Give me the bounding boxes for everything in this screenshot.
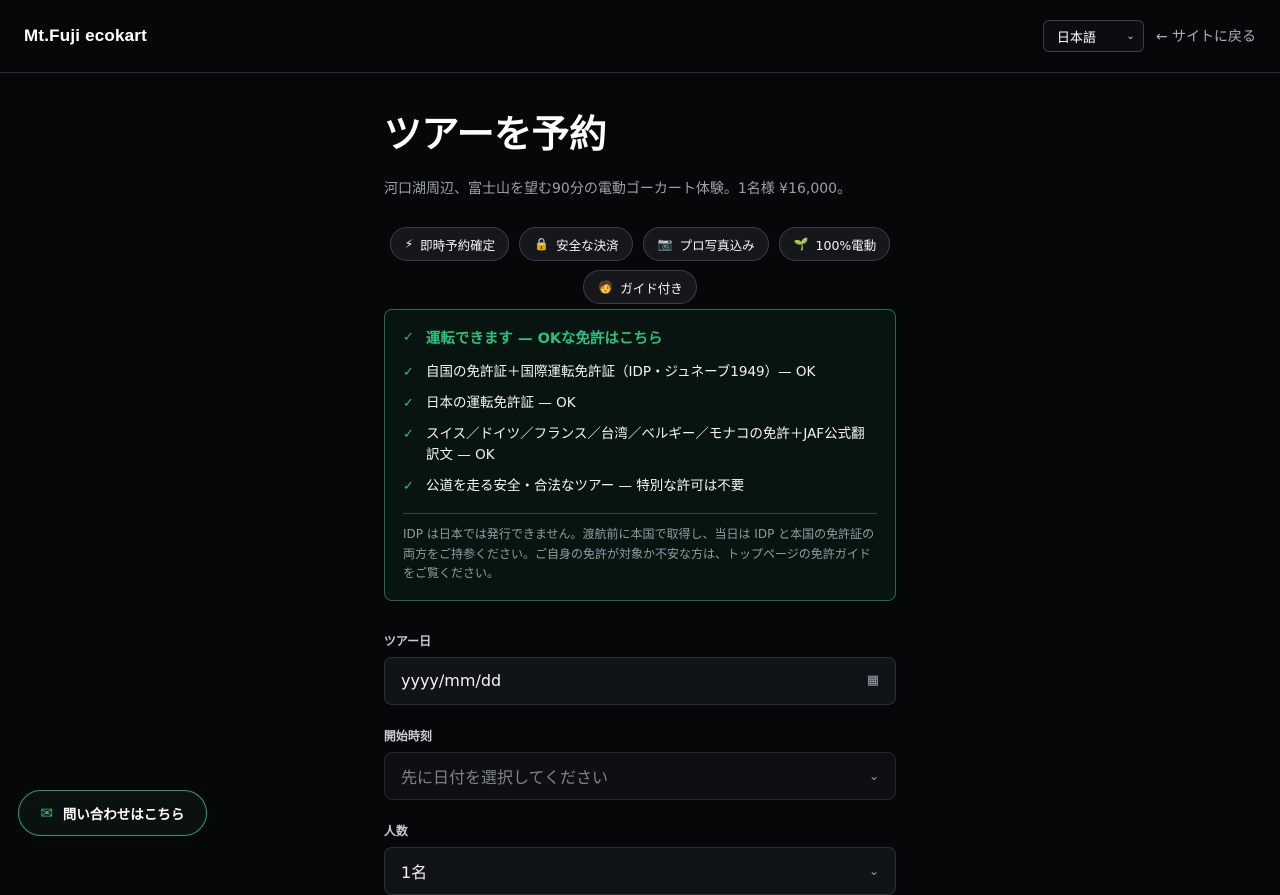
chevron-down-icon: ⌄ — [868, 863, 879, 878]
people-value: 1名 — [401, 862, 428, 882]
page-title: ツアーを予約 — [384, 112, 607, 156]
chip-instant-confirmation: ⚡ 即時予約確定 — [389, 227, 510, 261]
license-item: ✓ 日本の運転免許証 — OK — [403, 393, 877, 414]
check-icon: ✓ — [403, 396, 414, 411]
check-icon: ✓ — [403, 427, 414, 442]
license-title-text: 運転できます — OKな免許はこちら — [426, 331, 663, 347]
language-select[interactable]: 日本語 ⌄ — [1042, 20, 1144, 52]
divider — [403, 513, 877, 514]
license-item: ✓ 公道を走る安全・合法なツアー — 特別な許可は不要 — [403, 476, 877, 497]
calendar-icon[interactable]: ▦ — [867, 673, 879, 688]
start-time-placeholder: 先に日付を選択してください — [401, 767, 609, 787]
chip-label: ガイド付き — [620, 280, 683, 296]
chip-secure-payment: 🔒 安全な決済 — [519, 227, 633, 261]
license-item-text: 公道を走る安全・合法なツアー — 特別な許可は不要 — [426, 478, 745, 494]
chip-electric: 🌱 100%電動 — [778, 227, 891, 261]
license-list: ✓ 自国の免許証＋国際運転免許証（IDP・ジュネーブ1949）— OK ✓ 日本… — [403, 362, 877, 497]
chevron-down-icon: ⌄ — [1126, 30, 1135, 42]
language-select-value: 日本語 — [1056, 30, 1096, 46]
tour-date-placeholder: yyyy/mm/dd — [401, 671, 502, 690]
license-info-panel: ✓ 運転できます — OKな免許はこちら ✓ 自国の免許証＋国際運転免許証（ID… — [384, 309, 896, 601]
lightning-icon: ⚡ — [404, 237, 414, 251]
brand-logo[interactable]: Mt.Fuji ecokart — [24, 26, 147, 46]
license-item-text: スイス／ドイツ／フランス／台湾／ベルギー／モナコの免許＋JAF公式翻訳文 — O… — [426, 426, 865, 463]
feature-chips: ⚡ 即時予約確定 🔒 安全な決済 📷 プロ写真込み 🌱 100%電動 🧑 ガイド… — [384, 227, 896, 304]
chevron-down-icon: ⌄ — [868, 768, 879, 783]
check-icon: ✓ — [403, 479, 414, 494]
check-icon: ✓ — [403, 365, 414, 380]
people-select[interactable]: 1名 ⌄ — [384, 846, 896, 895]
guide-icon: 🧑 — [598, 280, 614, 294]
chip-pro-photos: 📷 プロ写真込み — [642, 227, 769, 261]
people-label: 人数 — [384, 823, 409, 838]
contact-button-label: 問い合わせはこちら — [63, 807, 185, 823]
license-note: IDP は日本では発行できません。渡航前に本国で取得し、当日は IDP と本国の… — [403, 527, 875, 580]
camera-icon: 📷 — [657, 237, 673, 251]
chip-guided: 🧑 ガイド付き — [583, 270, 697, 304]
chip-label: 即時予約確定 — [420, 237, 496, 253]
booking-main: ツアーを予約 河口湖周辺、富士山を望む90分の電動ゴーカート体験。1名様 ¥16… — [384, 73, 896, 895]
lock-icon: 🔒 — [534, 237, 550, 251]
check-icon: ✓ — [403, 330, 414, 345]
license-item-text: 日本の運転免許証 — OK — [426, 395, 576, 411]
license-title: ✓ 運転できます — OKな免許はこちら — [403, 327, 877, 348]
header-actions: 日本語 ⌄ ← サイトに戻る — [1042, 20, 1256, 52]
mail-icon: ✉ — [40, 804, 54, 822]
chip-label: 100%電動 — [815, 237, 877, 253]
top-bar: Mt.Fuji ecokart 日本語 ⌄ ← サイトに戻る — [0, 0, 1280, 73]
start-time-label: 開始時刻 — [384, 728, 433, 743]
contact-button[interactable]: ✉ 問い合わせはこちら — [18, 790, 207, 836]
chip-label: プロ写真込み — [679, 237, 755, 253]
license-item: ✓ スイス／ドイツ／フランス／台湾／ベルギー／モナコの免許＋JAF公式翻訳文 —… — [403, 424, 877, 466]
back-to-site-link[interactable]: ← サイトに戻る — [1156, 26, 1256, 46]
start-time-select[interactable]: 先に日付を選択してください ⌄ — [384, 751, 896, 800]
tour-date-input[interactable]: yyyy/mm/dd ▦ — [384, 656, 896, 705]
sprout-icon: 🌱 — [793, 237, 809, 251]
chip-label: 安全な決済 — [556, 237, 619, 253]
license-item-text: 自国の免許証＋国際運転免許証（IDP・ジュネーブ1949）— OK — [426, 364, 816, 380]
license-item: ✓ 自国の免許証＋国際運転免許証（IDP・ジュネーブ1949）— OK — [403, 362, 877, 383]
tour-date-label: ツアー日 — [384, 633, 432, 648]
page-subtitle: 河口湖周辺、富士山を望む90分の電動ゴーカート体験。1名様 ¥16,000。 — [384, 181, 852, 197]
